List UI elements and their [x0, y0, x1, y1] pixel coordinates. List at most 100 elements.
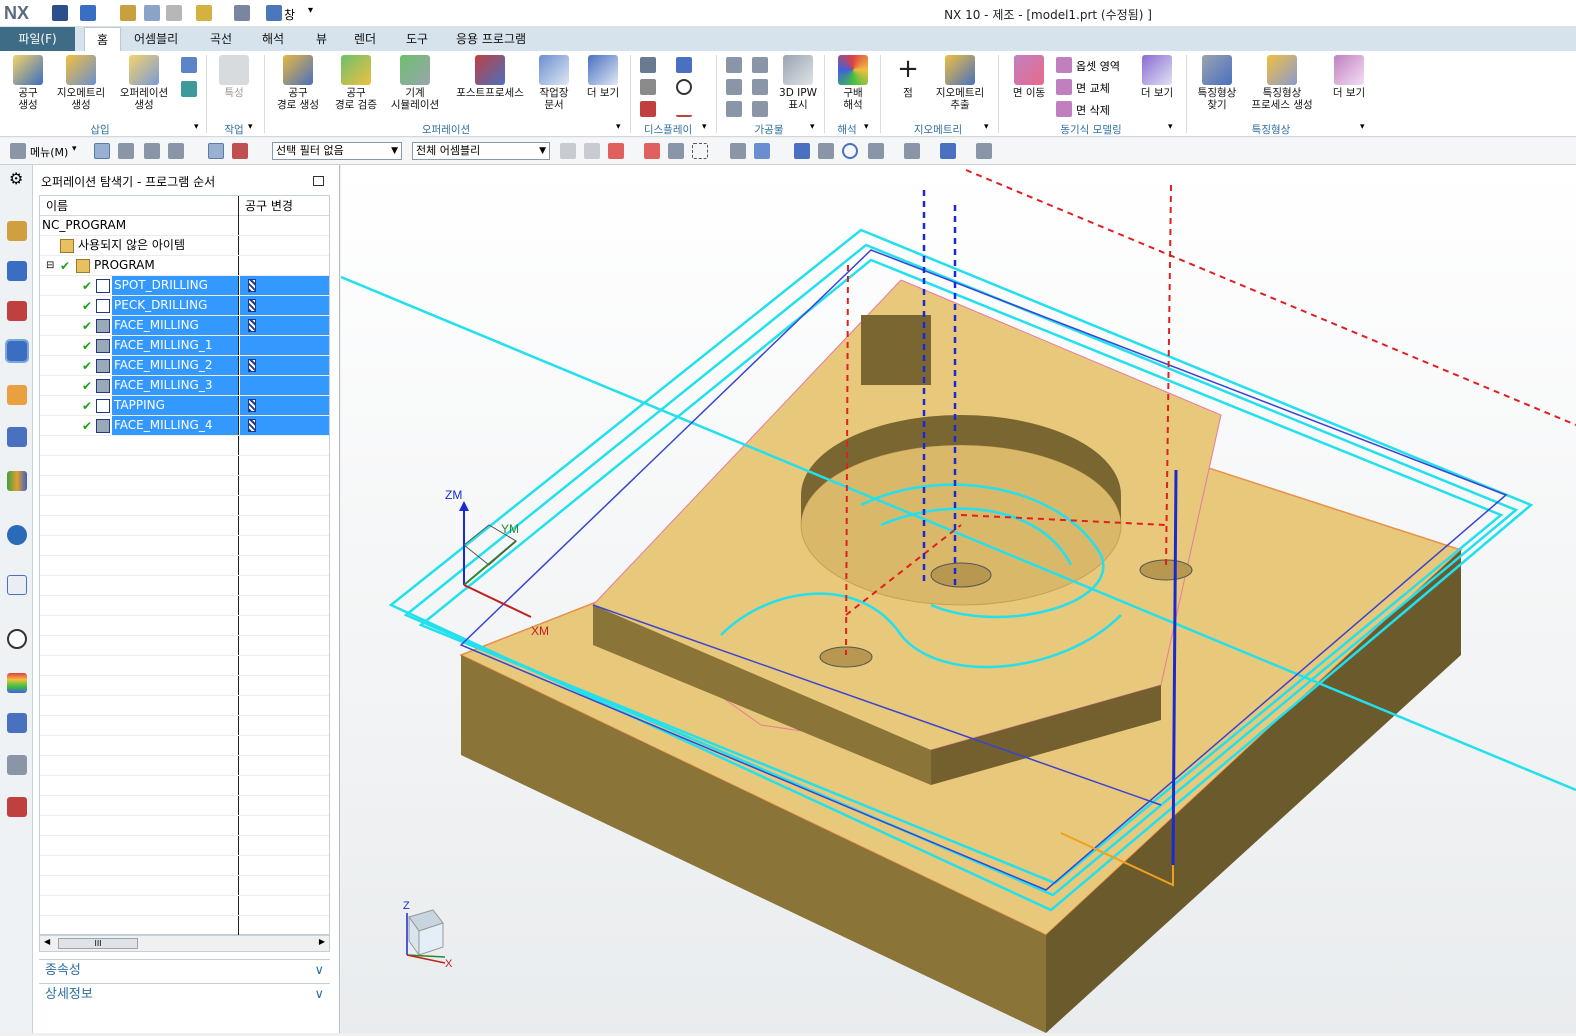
menu-dropdown-icon[interactable]: ▾ [72, 144, 77, 154]
tree-row-program[interactable]: ⊟ ✔ PROGRAM [40, 256, 329, 276]
group-feature-expand-icon[interactable]: ▾ [1360, 122, 1365, 132]
more-sync-button[interactable]: 더 보기 [1134, 55, 1180, 99]
point-button[interactable]: + 점 [888, 55, 928, 99]
horizontal-scrollbar[interactable]: ◀ III ▶ [39, 935, 330, 952]
group-geometry-expand-icon[interactable]: ▾ [984, 122, 989, 132]
face-replace-icon[interactable] [1056, 79, 1072, 95]
3d-ipw-button[interactable]: 3D IPW 표시 [776, 55, 820, 111]
zoom-icon[interactable] [818, 143, 834, 159]
method-view-icon[interactable] [168, 143, 184, 159]
group-insert-expand-icon[interactable]: ▾ [194, 122, 199, 132]
robot-icon[interactable] [7, 755, 27, 775]
tab-render[interactable]: 렌더 [342, 27, 388, 51]
work-layer-icon[interactable] [940, 143, 956, 159]
slope-analysis-button[interactable]: 구배 해석 [830, 55, 876, 111]
display-toolpath-icon[interactable] [640, 57, 656, 73]
maximize-icon[interactable] [313, 176, 324, 186]
face-move-button[interactable]: 면 이동 [1006, 55, 1052, 99]
group-work-expand-icon[interactable]: ▾ [248, 122, 253, 132]
tab-tools[interactable]: 도구 [394, 27, 440, 51]
display-view-icon[interactable] [676, 57, 692, 73]
machine-tool-view-icon[interactable] [118, 143, 134, 159]
machine-simulation-button[interactable]: 기계 시뮬레이션 [386, 55, 444, 111]
operation-row[interactable]: ✔ FACE_MILLING_3 [40, 376, 329, 396]
tab-home[interactable]: 홈 [84, 27, 122, 51]
workpiece-flag5-icon[interactable] [726, 101, 742, 117]
tab-analysis[interactable]: 해석 [250, 27, 296, 51]
workpiece-flag-icon[interactable] [726, 57, 742, 73]
display-blank-icon[interactable] [640, 79, 656, 95]
operation-create-button[interactable]: 오퍼레이션 생성 [114, 55, 174, 111]
operation-row[interactable]: ✔ FACE_MILLING_4 [40, 416, 329, 436]
tab-file[interactable]: 파일(F) [0, 27, 75, 51]
filter-clear-icon[interactable] [232, 143, 248, 159]
workpiece-flag2-icon[interactable] [752, 57, 768, 73]
point-snap2-icon[interactable] [644, 143, 660, 159]
snap2-icon[interactable] [584, 143, 600, 159]
group-operation-expand-icon[interactable]: ▾ [616, 122, 621, 132]
more-feature-button[interactable]: 더 보기 [1326, 55, 1372, 99]
rotate-icon[interactable] [842, 143, 858, 159]
properties-button[interactable]: 특성 [212, 55, 256, 99]
operation-row[interactable]: ✔ FACE_MILLING_2 [40, 356, 329, 376]
cube-icon[interactable] [754, 143, 770, 159]
method-create-icon[interactable] [181, 57, 197, 73]
toolpath-verify-button[interactable]: 공구 경로 검증 [330, 55, 382, 111]
group-analysis-expand-icon[interactable]: ▾ [864, 122, 869, 132]
selection-filter-select[interactable]: 선택 필터 없음 ▼ [272, 142, 402, 160]
system-materials-icon[interactable] [7, 797, 27, 817]
operation-row[interactable]: ✔ PECK_DRILLING [40, 296, 329, 316]
tree-row-root[interactable]: NC_PROGRAM [40, 216, 329, 236]
geometry-create-button[interactable]: 지오메트리 생성 [52, 55, 110, 111]
operation-row[interactable]: ✔ TAPPING [40, 396, 329, 416]
collapse-icon[interactable]: ⊟ [46, 256, 54, 276]
program-order-view-icon[interactable] [94, 143, 110, 159]
machine-navigator-icon[interactable] [7, 385, 27, 405]
palette-icon[interactable] [7, 673, 27, 693]
column-header-tool-change[interactable]: 공구 변경 [239, 196, 329, 216]
workpiece-flag4-icon[interactable] [752, 79, 768, 95]
operation-row[interactable]: ✔ FACE_MILLING_1 [40, 336, 329, 356]
select-all-icon[interactable] [668, 143, 684, 159]
postprocess-button[interactable]: 포스트프로세스 [450, 55, 530, 99]
filter-icon[interactable] [208, 143, 224, 159]
offset-region-icon[interactable] [1056, 57, 1072, 73]
tree-row-unused[interactable]: 사용되지 않은 아이템 [40, 236, 329, 256]
group-workpiece-expand-icon[interactable]: ▾ [810, 122, 815, 132]
tool-create-button[interactable]: 공구 생성 [6, 55, 50, 111]
assembly-navigator-icon[interactable] [7, 221, 27, 241]
eraser-icon[interactable] [730, 143, 746, 159]
part-model-view[interactable]: ZM YM XM Z X [340, 165, 1576, 1033]
operation-navigator-icon[interactable] [5, 339, 29, 363]
reuse-library-icon[interactable] [7, 427, 27, 447]
feature-process-button[interactable]: 특징형상 프로세스 생성 [1244, 55, 1320, 111]
group-display-expand-icon[interactable]: ▾ [702, 122, 707, 132]
orient-view-icon[interactable] [868, 143, 884, 159]
tab-view[interactable]: 뷰 [304, 27, 339, 51]
scroll-left-icon[interactable]: ◀ [44, 937, 50, 946]
render-style-icon[interactable] [904, 143, 920, 159]
roles-library-icon[interactable] [7, 471, 27, 491]
workpiece-flag6-icon[interactable] [752, 101, 768, 117]
tab-assembly[interactable]: 어셈블리 [122, 27, 190, 51]
assembly-scope-select[interactable]: 전체 어셈블리 ▼ [412, 142, 550, 160]
snap-icon[interactable] [560, 143, 576, 159]
feature-find-button[interactable]: 특징형상 찾기 [1192, 55, 1242, 111]
tab-applications[interactable]: 응용 프로그램 [444, 27, 538, 51]
operation-row[interactable]: ✔ FACE_MILLING [40, 316, 329, 336]
tab-curve[interactable]: 곡선 [198, 27, 244, 51]
scroll-right-icon[interactable]: ▶ [319, 937, 325, 946]
workpiece-flag3-icon[interactable] [726, 79, 742, 95]
menu-button[interactable]: 메뉴(M) [30, 144, 68, 160]
shop-doc-button[interactable]: 작업장 문서 [532, 55, 576, 111]
process-studio-icon[interactable] [7, 713, 27, 733]
graphics-window[interactable]: ZM YM XM Z X [340, 165, 1576, 1033]
display-circle-icon[interactable] [676, 79, 692, 95]
geometry-extract-button[interactable]: 지오메트리 추출 [930, 55, 990, 111]
geometry-view-icon[interactable] [144, 143, 160, 159]
info-icon[interactable] [7, 525, 27, 545]
details-panel[interactable]: 상세정보 ∨ [39, 983, 330, 1005]
scrollbar-thumb[interactable]: III [58, 938, 138, 949]
fit-view-icon[interactable] [794, 143, 810, 159]
more-operation-button[interactable]: 더 보기 [580, 55, 626, 99]
